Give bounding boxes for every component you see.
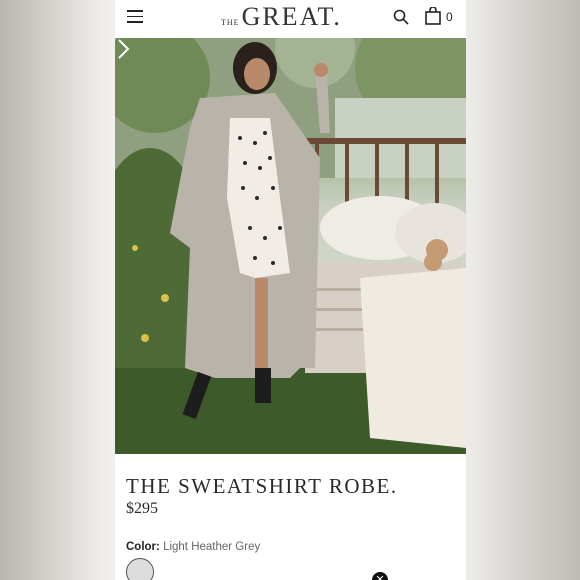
logo-main: GREAT. [241, 2, 342, 31]
product-title: THE SWEATSHIRT ROBE. [126, 474, 398, 498]
product-image[interactable] [115, 38, 466, 454]
close-icon[interactable]: ✕ [372, 572, 388, 580]
menu-icon[interactable] [127, 10, 143, 24]
bag-count[interactable]: 0 [446, 10, 453, 24]
bag-icon[interactable] [425, 7, 441, 25]
color-label: Color: [126, 541, 160, 553]
chevron-right-icon[interactable] [115, 38, 131, 60]
site-header: THE GREAT. 0 [115, 0, 466, 38]
hero-photo [115, 38, 466, 454]
logo-prefix: THE [221, 18, 240, 27]
color-selector-label: Color: Light Heather Grey [126, 541, 260, 553]
color-value: Light Heather Grey [163, 541, 261, 553]
search-icon[interactable] [393, 9, 409, 25]
color-swatch-light-heather-grey[interactable] [126, 558, 154, 580]
product-page: THE GREAT. 0 THE SWEATSHIRT ROBE. $295 C… [115, 0, 466, 580]
brand-logo[interactable]: THE GREAT. [221, 2, 342, 32]
product-price: $295 [126, 500, 158, 517]
